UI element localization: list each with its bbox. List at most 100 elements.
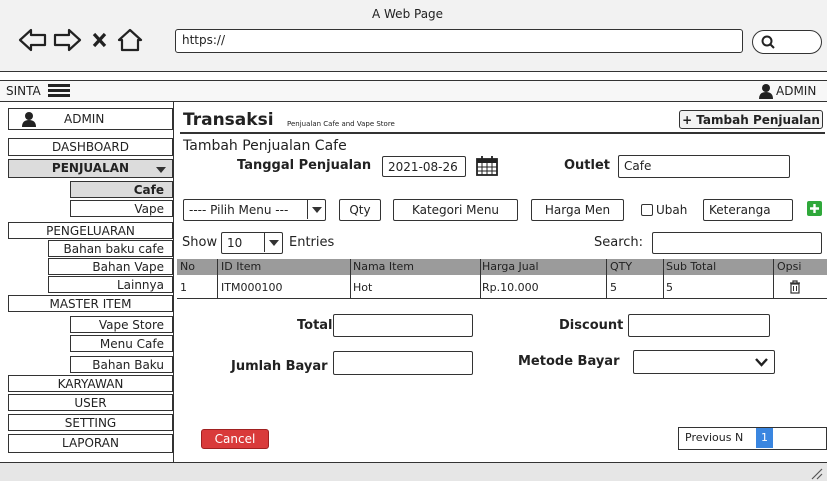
sidebar-item-master-item[interactable]: MASTER ITEM [8, 295, 173, 312]
pagination: Previous N 1 [678, 427, 827, 450]
outlet-label: Outlet [564, 158, 611, 173]
sidebar-item-pengeluaran[interactable]: PENGELUARAN [8, 222, 173, 239]
entries-value: 10 [227, 236, 243, 250]
qty-input[interactable]: Qty [339, 199, 381, 221]
entries-select[interactable]: 10 [221, 232, 283, 254]
pilih-menu-label: ---- Pilih Menu --- [189, 203, 289, 217]
total-input[interactable] [333, 314, 473, 337]
tanggal-input[interactable]: 2021-08-26 [382, 156, 466, 177]
metode-bayar-label: Metode Bayar [518, 354, 620, 369]
browser-toolbar: A Web Page https:// [0, 0, 827, 72]
home-icon[interactable] [117, 28, 143, 52]
outlet-input[interactable]: Cafe [618, 155, 790, 178]
page-1-button[interactable]: 1 [756, 428, 773, 448]
add-item-icon[interactable] [807, 201, 822, 216]
add-penjualan-button[interactable]: + Tambah Penjualan [679, 110, 823, 129]
table-divider [217, 259, 218, 299]
navbar-user-name[interactable]: ADMIN [776, 84, 816, 98]
hamburger-menu-icon[interactable] [48, 83, 70, 99]
column-header: Opsi [777, 260, 802, 273]
kategori-menu-input[interactable]: Kategori Menu [393, 199, 518, 221]
sidebar-item-dashboard[interactable]: DASHBOARD [8, 138, 173, 156]
table-cell: 1 [180, 281, 187, 294]
column-header: Nama Item [353, 260, 414, 273]
ubah-checkbox[interactable] [641, 204, 653, 216]
entries-label: Entries [289, 235, 335, 250]
sidebar-item-vape[interactable]: Vape [70, 200, 173, 217]
keterangan-input[interactable]: Keteranga [703, 199, 793, 221]
table-search-input[interactable] [652, 232, 822, 254]
close-icon[interactable] [92, 32, 107, 48]
jumlah-bayar-label: Jumlah Bayar [231, 359, 328, 374]
forward-icon[interactable] [53, 28, 82, 52]
sidebar-item-menu-cafe[interactable]: Menu Cafe [70, 335, 173, 352]
sidebar-user-name: ADMIN [64, 112, 105, 126]
brand-name: SINTA [6, 84, 41, 98]
column-header: ID Item [221, 260, 262, 273]
form-title: Tambah Penjualan Cafe [183, 138, 347, 154]
url-input[interactable]: https:// [175, 29, 743, 53]
sidebar-item-laporan[interactable]: LAPORAN [8, 434, 173, 453]
page-title: Transaksi [183, 110, 274, 130]
table-header: No ID Item Nama Item Harga Jual QTY Sub … [177, 259, 827, 275]
sidebar-item-bahan-baku[interactable]: Bahan Baku [70, 356, 173, 373]
chevron-down-icon [264, 233, 282, 252]
cancel-button[interactable]: Cancel [201, 429, 269, 449]
sidebar-item-vape-store[interactable]: Vape Store [70, 316, 173, 333]
sidebar-user: ADMIN [8, 108, 173, 130]
chevron-down-icon [755, 358, 768, 367]
resize-handle-icon[interactable] [811, 468, 823, 480]
column-header: Sub Total [666, 260, 717, 273]
page-subtitle: Penjualan Cafe and Vape Store [287, 120, 395, 128]
table-cell: 5 [610, 281, 617, 294]
back-icon[interactable] [18, 28, 47, 52]
table-cell: 5 [666, 281, 673, 294]
sidebar-item-lainnya[interactable]: Lainnya [48, 276, 173, 293]
browser-nav-icons [18, 28, 143, 52]
table-divider [480, 259, 481, 299]
sidebar-item-user[interactable]: USER [8, 394, 173, 411]
column-header: No [180, 260, 195, 273]
tanggal-label: Tanggal Penjualan [237, 158, 372, 173]
pilih-menu-select[interactable]: ---- Pilih Menu --- [183, 199, 326, 221]
header-divider [180, 132, 825, 134]
top-navbar: SINTA ADMIN [0, 80, 827, 102]
table-divider [773, 259, 774, 299]
column-header: QTY [610, 260, 633, 273]
chevron-down-icon [307, 200, 325, 219]
ubah-label: Ubah [656, 203, 688, 217]
discount-label: Discount [559, 318, 624, 333]
user-icon [22, 112, 36, 127]
discount-input[interactable] [628, 314, 770, 337]
browser-search[interactable] [752, 30, 822, 54]
table-divider [606, 259, 607, 299]
sidebar-item-bahan-baku-cafe[interactable]: Bahan baku cafe [48, 240, 173, 257]
show-label: Show [182, 235, 218, 250]
table-cell: Hot [353, 281, 373, 294]
caret-down-icon [156, 167, 166, 173]
sidebar-item-penjualan[interactable]: PENJUALAN [8, 159, 173, 178]
table-cell: ITM000100 [221, 281, 283, 294]
sidebar-item-bahan-vape[interactable]: Bahan Vape [48, 258, 173, 275]
calendar-icon[interactable] [476, 156, 498, 176]
trash-icon[interactable] [789, 280, 801, 294]
table-row: 1 ITM000100 Hot Rp.10.000 5 5 [177, 275, 827, 299]
sidebar-item-label: PENJUALAN [51, 161, 130, 175]
sidebar-item-karyawan[interactable]: KARYAWAN [8, 375, 173, 392]
table-divider [350, 259, 351, 299]
column-header: Harga Jual [482, 260, 539, 273]
sidebar-item-setting[interactable]: SETTING [8, 414, 173, 431]
status-bar [0, 462, 827, 481]
search-label: Search: [594, 235, 644, 250]
user-icon [759, 84, 773, 99]
sidebar-item-cafe[interactable]: Cafe [70, 181, 173, 198]
jumlah-bayar-input[interactable] [333, 351, 473, 375]
total-label: Total [297, 318, 333, 333]
table-cell: Rp.10.000 [482, 281, 539, 294]
table-divider [663, 259, 664, 299]
window-title: A Web Page [372, 7, 444, 21]
previous-button[interactable]: Previous N [685, 431, 743, 444]
metode-bayar-select[interactable] [633, 350, 775, 374]
search-icon [761, 35, 775, 49]
harga-menu-input[interactable]: Harga Men [531, 199, 624, 221]
